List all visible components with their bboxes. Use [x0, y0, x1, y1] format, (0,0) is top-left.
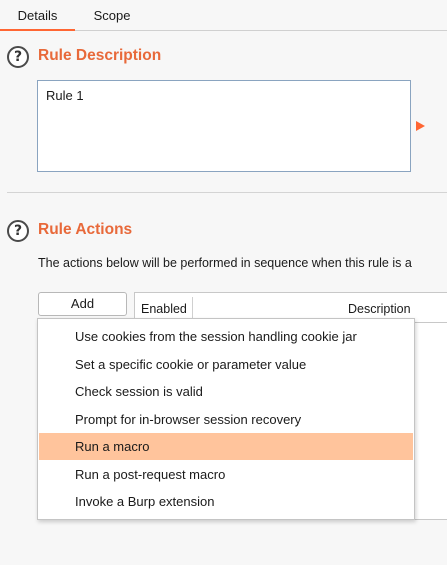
menu-item-check-session[interactable]: Check session is valid — [39, 378, 413, 405]
tab-bar: Details Scope — [0, 0, 447, 31]
section-divider — [7, 192, 447, 193]
help-icon[interactable]: ? — [7, 46, 29, 68]
menu-item-prompt-recovery[interactable]: Prompt for in-browser session recovery — [39, 406, 413, 433]
rule-description-title: Rule Description — [38, 47, 162, 64]
rule-actions-title: Rule Actions — [38, 221, 133, 238]
tab-details[interactable]: Details — [0, 0, 75, 31]
rule-actions-intro: The actions below will be performed in s… — [38, 256, 412, 270]
column-divider[interactable] — [192, 297, 193, 319]
menu-item-use-cookies[interactable]: Use cookies from the session handling co… — [39, 323, 413, 350]
menu-item-set-cookie[interactable]: Set a specific cookie or parameter value — [39, 351, 413, 378]
expand-arrow-icon[interactable] — [416, 121, 425, 131]
tab-scope[interactable]: Scope — [75, 0, 149, 30]
add-button[interactable]: Add — [38, 292, 127, 316]
menu-item-run-macro[interactable]: Run a macro — [39, 433, 413, 460]
menu-item-invoke-extension[interactable]: Invoke a Burp extension — [39, 488, 413, 515]
rule-description-input[interactable]: Rule 1 — [37, 80, 411, 172]
menu-item-post-request-macro[interactable]: Run a post-request macro — [39, 461, 413, 488]
add-action-menu: Use cookies from the session handling co… — [37, 318, 415, 520]
help-icon[interactable]: ? — [7, 220, 29, 242]
